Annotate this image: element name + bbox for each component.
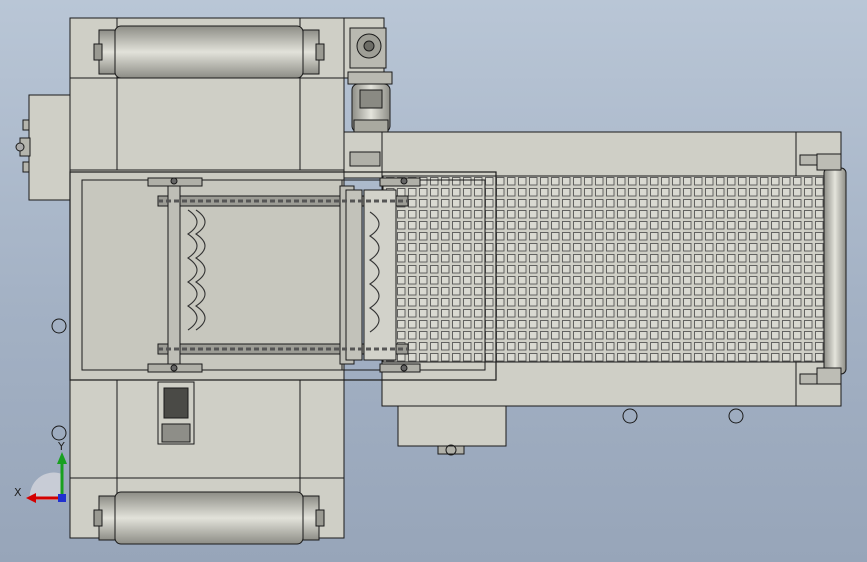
triad-y-label: Y (58, 440, 65, 453)
right-end-roller (823, 167, 847, 375)
triad-x-label: X (14, 486, 22, 499)
pusher-plate (363, 189, 397, 361)
triad-z-axis (58, 494, 66, 502)
coordinate-triad (26, 452, 67, 503)
machine-top-view (15, 17, 847, 545)
bottom-roller (114, 491, 304, 545)
lower-electrical-box (397, 405, 507, 447)
left-side-block (28, 94, 72, 201)
top-roller (114, 25, 304, 79)
mesh-conveyor-belt (382, 175, 828, 363)
cad-viewport[interactable]: X Y (0, 0, 867, 562)
